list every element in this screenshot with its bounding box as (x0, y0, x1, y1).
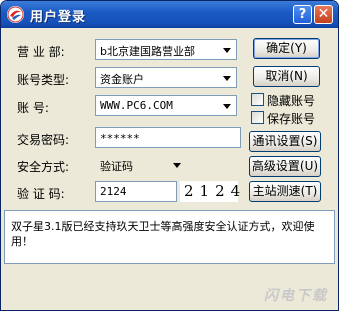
security-value: 验证码 (100, 160, 133, 173)
advanced-settings-label: 高级设置(U) (251, 159, 319, 173)
branch-label: 营 业 部: (17, 45, 65, 59)
save-account-label[interactable]: 保存账号 (267, 110, 315, 127)
chevron-down-icon[interactable] (218, 69, 235, 86)
close-button[interactable]: ✕ (314, 5, 333, 24)
account-type-label: 账号类型: (17, 73, 70, 87)
captcha-input[interactable]: 2124 (95, 181, 177, 202)
advanced-settings-button[interactable]: 高级设置(U) (249, 156, 321, 177)
account-combobox[interactable]: WWW.PC6.COM (95, 95, 237, 116)
save-account-checkbox[interactable] (251, 111, 264, 124)
speed-test-button[interactable]: 主站测速(T) (249, 181, 321, 202)
account-label: 账 号: (17, 101, 49, 115)
help-button[interactable]: ? (293, 5, 312, 24)
ok-button-label: 确定(Y) (266, 41, 307, 55)
captcha-input-value: 2124 (100, 185, 127, 198)
password-label: 交易密码: (17, 133, 70, 147)
chevron-down-icon[interactable] (218, 97, 235, 114)
security-select[interactable]: 验证码 (95, 154, 187, 175)
chevron-down-icon[interactable] (218, 41, 235, 58)
account-value: WWW.PC6.COM (100, 99, 173, 112)
cancel-button[interactable]: 取消(N) (253, 66, 320, 87)
title-bar[interactable]: 用户登录 ? ✕ (1, 1, 338, 28)
branch-select[interactable]: b北京建国路营业部 (95, 39, 237, 60)
message-box: 双子星3.1版已经支持玖天卫士等高强度安全认证方式，欢迎使用！ (4, 210, 335, 264)
branch-value: b北京建国路营业部 (100, 45, 195, 58)
account-type-select[interactable]: 资金账户 (95, 67, 237, 88)
hide-account-checkbox[interactable] (251, 93, 264, 106)
chevron-down-icon[interactable] (168, 156, 185, 173)
cancel-button-label: 取消(N) (265, 69, 308, 83)
password-value: ****** (100, 132, 140, 145)
comm-settings-label: 通讯设置(S) (252, 134, 318, 148)
speed-test-label: 主站测速(T) (252, 184, 318, 198)
account-type-value: 资金账户 (100, 73, 144, 86)
window-title: 用户登录 (30, 10, 87, 25)
captcha-image[interactable]: 2124 (180, 181, 240, 202)
captcha-label: 验 证 码: (17, 187, 65, 201)
security-label: 安全方式: (17, 160, 70, 174)
watermark-text: 闪电下载 (264, 288, 328, 304)
message-text: 双子星3.1版已经支持玖天卫士等高强度安全认证方式，欢迎使用！ (11, 220, 315, 248)
password-field[interactable]: ****** (95, 127, 241, 148)
login-window: 用户登录 ? ✕ 营 业 部: b北京建国路营业部 账号类型: 资金账户 账 号… (0, 0, 339, 311)
ok-button[interactable]: 确定(Y) (253, 38, 320, 59)
comm-settings-button[interactable]: 通讯设置(S) (249, 131, 321, 152)
app-logo-icon (7, 6, 24, 23)
hide-account-label[interactable]: 隐藏账号 (267, 92, 315, 109)
